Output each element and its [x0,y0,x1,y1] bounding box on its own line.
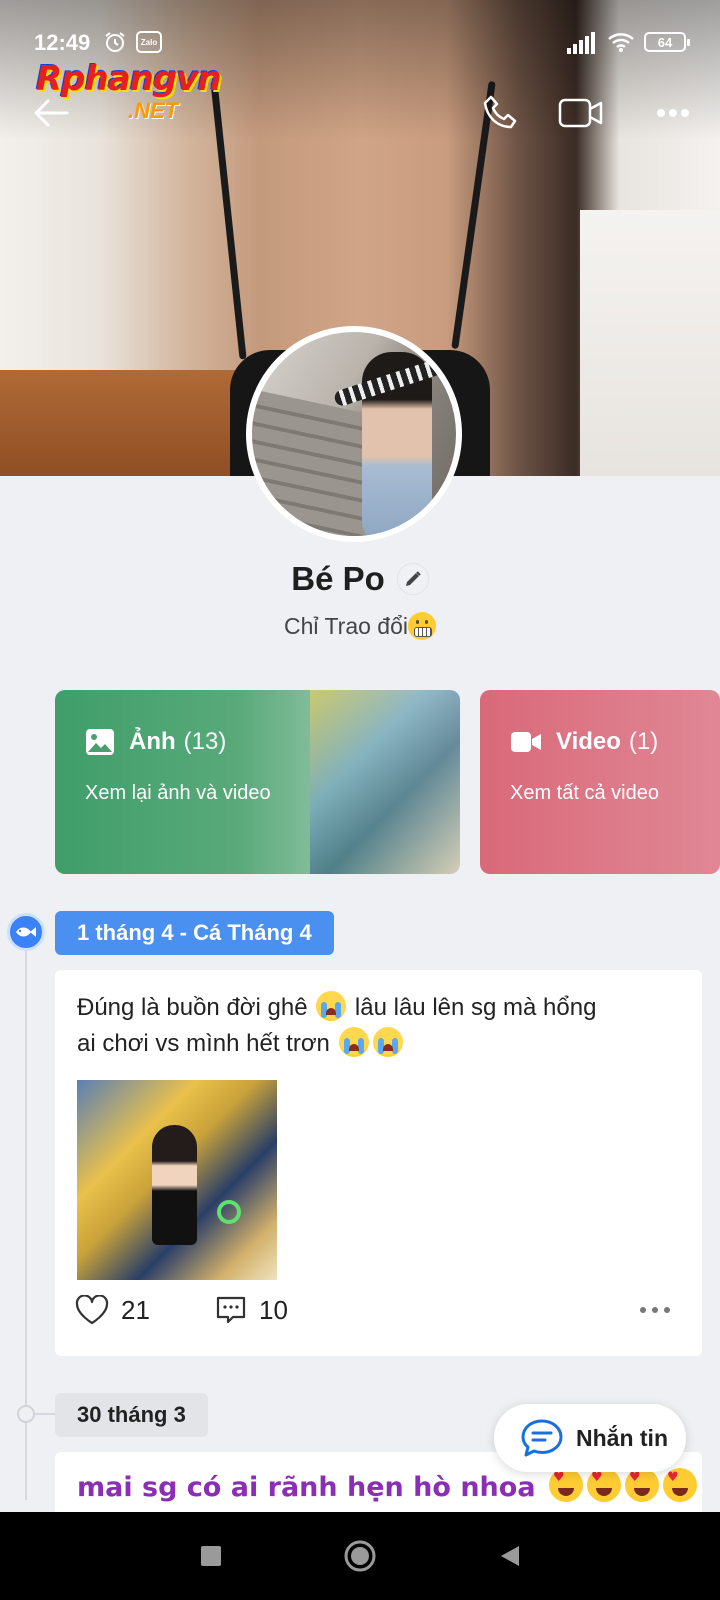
chat-bubble-icon [521,1419,563,1457]
fish-icon [7,913,45,951]
photos-card-label: Ảnh [129,728,176,755]
video-camera-icon [511,732,541,752]
comment-button[interactable]: 10 [215,1288,288,1332]
heart-eyes-emoji-icon [548,1468,583,1502]
comment-icon [216,1296,246,1324]
signal-icon [566,30,596,54]
send-message-label: Nhắn tin [576,1424,668,1451]
post-text-part: Đúng là buồn đời ghê [77,994,308,1021]
cover-floor [0,370,250,476]
timeline-connector [35,1413,55,1415]
post-more-button[interactable] [635,1296,675,1324]
photos-card[interactable]: Ảnh (13) Xem lại ảnh và video [55,690,460,874]
crying-emoji-icon [372,1027,403,1057]
send-message-button[interactable]: Nhắn tin [494,1404,686,1472]
profile-bio-text: Chỉ Trao đổi [283,613,408,639]
photos-card-subtitle: Xem lại ảnh và video [85,782,271,804]
profile-avatar[interactable] [246,326,462,542]
crying-emoji-icon [338,1027,369,1057]
videos-card-title: Video (1) [510,728,658,756]
post-text-part: ai chơi vs mình hết trơn [77,1030,330,1057]
post-photo[interactable] [77,1080,277,1280]
like-count: 21 [121,1294,150,1325]
timeline-dot [17,1405,35,1423]
video-call-button[interactable] [556,88,606,138]
pencil-icon [405,571,421,586]
grimace-emoji-icon [408,612,436,640]
status-time: 12:49 [34,30,91,55]
battery-icon: 64 [644,32,690,52]
post-actions: 21 10 [75,1288,685,1332]
phone-icon [483,95,517,129]
back-button[interactable] [26,88,76,138]
call-button[interactable] [476,88,526,138]
timeline-date-march-30: 30 tháng 3 [55,1393,208,1437]
post-text: Đúng là buồn đời ghê lâu lâu lên sg mà h… [77,990,687,1062]
heart-eyes-emoji-icon [624,1468,659,1502]
profile-name-row: Bé Po [0,560,720,598]
timeline-date-april-fools: 1 tháng 4 - Cá Tháng 4 [55,911,334,955]
videos-card[interactable]: Video (1) Xem tất cả video [480,690,720,874]
video-call-icon [558,98,603,128]
heart-eyes-emoji-icon [662,1468,697,1502]
videos-card-subtitle: Xem tất cả video [510,782,659,804]
wifi-icon [606,30,636,54]
home-circle-icon [344,1540,376,1572]
photos-card-title: Ảnh (13) [85,728,226,756]
post-text-part: lâu lâu lên sg mà hổng [354,994,597,1021]
videos-card-count: (1) [628,728,659,755]
timeline-post[interactable]: Đúng là buồn đời ghê lâu lâu lên sg mà h… [55,970,702,1356]
post-2-text-content: mai sg có ai rãnh hẹn hò nhoa [77,1472,536,1503]
heart-icon [75,1295,109,1325]
triangle-back-icon [501,1546,519,1566]
photos-card-count: (13) [183,728,227,755]
zalo-icon: Zalo [136,31,162,53]
cover-wall [580,210,720,476]
back-arrow-icon [34,99,69,127]
system-back-button[interactable] [488,1534,532,1578]
more-icon [657,109,689,117]
post-2-text: mai sg có ai rãnh hẹn hò nhoa [77,1468,697,1503]
square-icon [201,1546,221,1566]
recent-apps-button[interactable] [189,1534,233,1578]
profile-bio: Chỉ Trao đổi [0,612,720,640]
watermark-suffix: .NET [128,98,179,123]
heart-eyes-emoji-icon [586,1468,621,1502]
more-options-button[interactable] [648,88,698,138]
videos-card-label: Video [556,728,621,755]
photos-card-thumbnail [310,690,460,874]
crying-emoji-icon [316,991,347,1021]
post-photo-person [152,1125,197,1245]
edit-name-button[interactable] [396,563,429,595]
image-icon [86,729,114,755]
home-button[interactable] [338,1534,382,1578]
alarm-icon [102,30,128,54]
profile-name: Bé Po [291,560,385,597]
more-icon [640,1307,670,1313]
comment-count: 10 [259,1294,288,1325]
navigation-bar [0,1512,720,1600]
post-photo-light [217,1200,241,1224]
like-button[interactable]: 21 [75,1288,150,1332]
avatar-stairs [252,389,372,536]
